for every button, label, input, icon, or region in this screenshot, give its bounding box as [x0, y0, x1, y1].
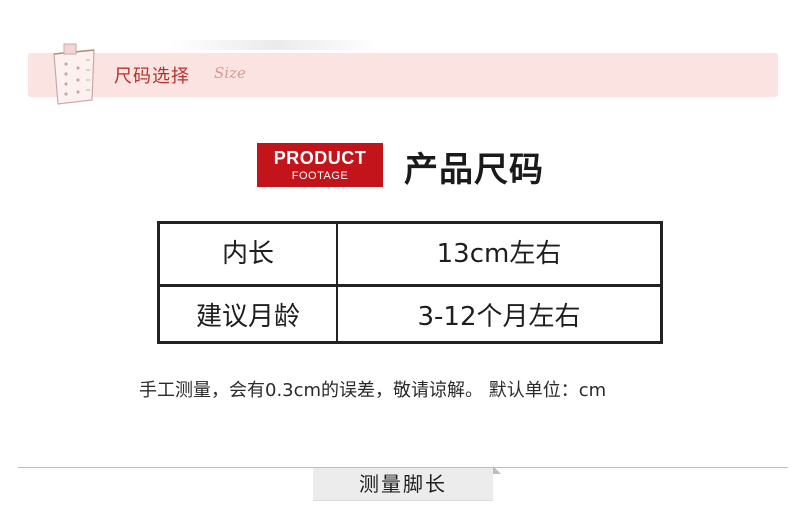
table-cell-label: 内长 [221, 239, 274, 269]
section-title: 产品尺码 [404, 150, 544, 190]
badge-bottom-text: FOOTAGE [291, 170, 349, 182]
measurement-note: 手工测量，会有0.3cm的误差，敬请谅解。 默认单位：cm [139, 380, 607, 401]
table-column-divider [336, 224, 338, 341]
size-table: 内长 13cm左右 建议月龄 3-12个月左右 [157, 221, 663, 344]
badge-top-text: PRODUCT [273, 148, 367, 168]
measuring-tape-icon [53, 43, 95, 105]
tab-corner-decoration [493, 466, 501, 474]
banner-title: 尺码选择 [114, 66, 190, 87]
banner-script-text: Size [214, 64, 246, 82]
table-cell-label: 建议月龄 [195, 302, 300, 332]
faint-background-text [170, 40, 380, 50]
table-row: 内长 13cm左右 [160, 224, 660, 284]
product-badge: PRODUCT FOOTAGE [257, 143, 383, 187]
table-cell-value: 3-12个月左右 [417, 302, 581, 332]
next-section-tab: 测量脚长 [313, 468, 493, 501]
table-cell-value: 13cm左右 [436, 239, 562, 269]
table-row: 建议月龄 3-12个月左右 [160, 287, 660, 347]
next-section-tab-label: 测量脚长 [359, 472, 447, 496]
